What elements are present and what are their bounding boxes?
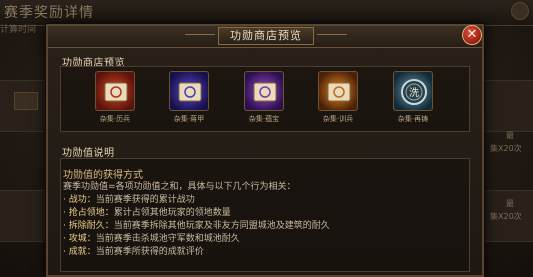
background-side-text: 最 [506,199,514,208]
shop-item[interactable]: 杂集·训兵 [315,71,361,124]
background-subtitle: 计算时间 [0,25,37,35]
desc-item-key: · 战功： [63,195,96,205]
dialog-title: 功勋商店预览 [185,27,347,45]
scroll-orange-icon [318,71,358,111]
desc-item-text: 当前赛季拆除其他玩家及非友方同盟城池及建筑的耐久 [113,221,330,231]
dialog-header: 功勋商店预览 ✕ [48,25,482,48]
shop-item-name: 杂集·历兵 [99,115,131,123]
background-side-text: 集X20次 [490,212,522,221]
background-side-text: 最 [506,131,514,140]
desc-item: · 攻城：当前赛季击杀城池守军数和城池耐久 [63,231,240,244]
desc-item: · 战功：当前赛季获得的累计战功 [63,192,195,205]
coin-icon: 洗 [393,71,433,111]
desc-item-text: 当前赛季所获得的成就评价 [95,247,204,257]
close-button[interactable]: ✕ [462,25,482,45]
shop-item-name: 杂集·蕴宝 [248,115,280,123]
desc-item-key: · 攻城： [63,234,96,244]
shop-item-name: 杂集·蒋甲 [173,115,205,123]
desc-item-text: 当前赛季获得的累计战功 [95,195,195,205]
background-title: 赛季奖励详情 [4,5,94,21]
shop-item-name: 杂集·再铸 [397,115,429,123]
shop-item-name: 杂集·训兵 [322,115,354,123]
background-side-text: 集X20次 [490,144,522,153]
shop-item[interactable]: 洗 杂集·再铸 [390,71,436,124]
shop-item[interactable]: 杂集·历兵 [92,71,138,124]
shop-item[interactable]: 杂集·蒋甲 [166,71,212,124]
desc-item-key: · 成就： [63,247,96,257]
desc-intro: 赛季功勋值=各项功勋值之和，具体与以下几个行为相关： [63,182,296,192]
scroll-purple-icon [169,71,209,111]
desc-item: · 成就：当前赛季所获得的成就评价 [63,244,204,257]
desc-item: · 抢占领地：累计占领其他玩家的领地数量 [63,205,231,218]
background-close-icon [511,2,529,20]
desc-item-text: 当前赛季击杀城池守军数和城池耐久 [95,234,240,244]
close-icon: ✕ [466,27,478,42]
scroll-red-icon [95,71,135,111]
desc-section-label: 功勋值说明 [62,148,115,159]
desc-item: · 拆除耐久：当前赛季拆除其他玩家及非友方同盟城池及建筑的耐久 [63,218,330,231]
shop-preview-dialog: 功勋商店预览 ✕ 功勋商店预览 杂集·历兵 杂集·蒋甲 杂集·蕴宝 杂集·训兵 … [46,24,484,277]
desc-item-key: · 拆除耐久： [63,221,114,231]
desc-item-key: · 抢占领地： [63,208,114,218]
background-left-icon [14,92,38,110]
background-titlebar: 赛季奖励详情 [0,0,533,26]
desc-item-text: 累计占领其他玩家的领地数量 [113,208,231,218]
shop-item[interactable]: 杂集·蕴宝 [241,71,287,124]
scroll-violet-icon [244,71,284,111]
svg-text:洗: 洗 [409,87,419,99]
